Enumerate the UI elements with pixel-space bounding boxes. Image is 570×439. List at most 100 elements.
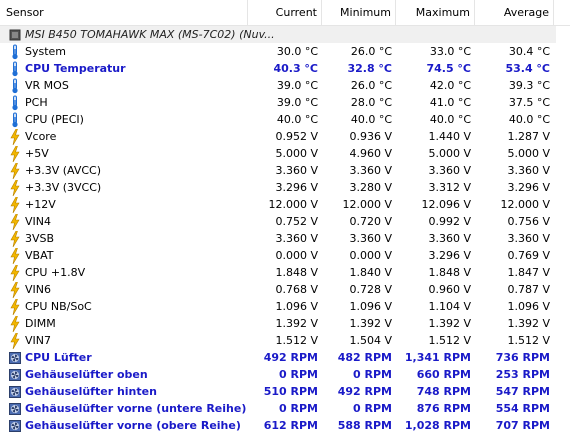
lightning-icon — [8, 264, 22, 281]
header-maximum[interactable]: Maximum — [396, 0, 475, 25]
thermometer-icon — [8, 95, 22, 111]
value-minimum: 1.096 V — [349, 300, 392, 313]
sensor-row[interactable]: Gehäuselüfter vorne (obere Reihe) 612 RPM… — [0, 417, 570, 434]
value-maximum: 41.0 °C — [429, 96, 471, 109]
sensor-row[interactable]: VR MOS 39.0 °C 26.0 °C 42.0 °C 39.3 °C — [0, 77, 570, 94]
value-maximum: 3.312 V — [428, 181, 471, 194]
sensor-row[interactable]: Gehäuselüfter oben 0 RPM 0 RPM 660 RPM 253 R… — [0, 366, 570, 383]
value-maximum: 40.0 °C — [429, 113, 471, 126]
group-row[interactable]: MSI B450 TOMAHAWK MAX (MS-7C02) (Nuv... — [0, 26, 570, 43]
value-current: 1.392 V — [275, 317, 318, 330]
value-maximum: 5.000 V — [428, 147, 471, 160]
sensor-row[interactable]: VIN7 1.512 V 1.504 V 1.512 V 1.512 V — [0, 332, 570, 349]
sensor-row[interactable]: Vcore 0.952 V 0.936 V 1.440 V 1.287 V — [0, 128, 570, 145]
value-current: 40.3 °C — [273, 62, 318, 75]
value-average: 3.296 V — [507, 181, 550, 194]
value-current: 0.752 V — [275, 215, 318, 228]
sensor-cell: VIN4 — [0, 213, 248, 230]
lightning-icon — [8, 298, 22, 315]
value-minimum: 482 RPM — [337, 351, 392, 364]
lightning-icon — [8, 145, 22, 162]
sensor-cell: PCH — [0, 95, 248, 111]
value-minimum: 26.0 °C — [350, 45, 392, 58]
sensor-name: +5V — [25, 147, 49, 160]
value-current: 0.952 V — [275, 130, 318, 143]
value-maximum: 1.392 V — [428, 317, 471, 330]
value-average: 3.360 V — [507, 232, 550, 245]
sensor-row[interactable]: Gehäuselüfter hinten 510 RPM 492 RPM 748 RP… — [0, 383, 570, 400]
sensor-name: System — [25, 45, 67, 58]
sensor-cell: CPU +1.8V — [0, 264, 248, 281]
group-label: MSI B450 TOMAHAWK MAX (MS-7C02) (Nuv... — [25, 28, 275, 41]
value-maximum: 748 RPM — [416, 385, 471, 398]
sensor-cell: CPU NB/SoC — [0, 298, 248, 315]
sensor-row[interactable]: +5V 5.000 V 4.960 V 5.000 V 5.000 V — [0, 145, 570, 162]
lightning-icon — [8, 179, 22, 196]
sensor-row[interactable]: +3.3V (3VCC) 3.296 V 3.280 V 3.312 V 3.296 V — [0, 179, 570, 196]
sensor-cell: CPU Lüfter — [0, 350, 248, 366]
value-maximum: 876 RPM — [416, 402, 471, 415]
value-minimum: 3.360 V — [349, 232, 392, 245]
value-current: 39.0 °C — [276, 96, 318, 109]
sensor-cell: VIN7 — [0, 332, 248, 349]
sensor-cell: +5V — [0, 145, 248, 162]
value-current: 0 RPM — [279, 402, 318, 415]
sensor-row[interactable]: CPU Lüfter 492 RPM 482 RPM 1,341 RPM 736 RPM — [0, 349, 570, 366]
sensor-row[interactable]: CPU +1.8V 1.848 V 1.840 V 1.848 V 1.847 V — [0, 264, 570, 281]
sensor-row[interactable]: CPU (PECI) 40.0 °C 40.0 °C 40.0 °C 40.0 °C — [0, 111, 570, 128]
sensor-row[interactable]: VIN6 0.768 V 0.728 V 0.960 V 0.787 V — [0, 281, 570, 298]
header-current[interactable]: Current — [248, 0, 322, 25]
sensor-row[interactable]: 3VSB 3.360 V 3.360 V 3.360 V 3.360 V — [0, 230, 570, 247]
sensor-row[interactable]: +12V 12.000 V 12.000 V 12.096 V 12.000 V — [0, 196, 570, 213]
lightning-icon — [8, 128, 22, 145]
value-average: 40.0 °C — [508, 113, 550, 126]
value-average: 30.4 °C — [508, 45, 550, 58]
thermometer-icon — [8, 61, 22, 77]
sensor-row[interactable]: CPU Temperatur 40.3 °C 32.8 °C 74.5 °C 53.4 … — [0, 60, 570, 77]
value-minimum: 1.840 V — [349, 266, 392, 279]
sensor-row[interactable]: VIN4 0.752 V 0.720 V 0.992 V 0.756 V — [0, 213, 570, 230]
sensor-name: VIN6 — [25, 283, 51, 296]
header-average[interactable]: Average — [475, 0, 554, 25]
sensor-cell: +3.3V (AVCC) — [0, 162, 248, 179]
header-minimum[interactable]: Minimum — [322, 0, 396, 25]
scrollbar[interactable] — [556, 26, 570, 439]
sensor-row[interactable]: +3.3V (AVCC) 3.360 V 3.360 V 3.360 V 3.360 V — [0, 162, 570, 179]
value-minimum: 3.360 V — [349, 164, 392, 177]
sensor-row[interactable]: VBAT 0.000 V 0.000 V 3.296 V 0.769 V — [0, 247, 570, 264]
sensor-row[interactable]: System 30.0 °C 26.0 °C 33.0 °C 30.4 °C — [0, 43, 570, 60]
value-current: 492 RPM — [263, 351, 318, 364]
sensor-row[interactable]: PCH 39.0 °C 28.0 °C 41.0 °C 37.5 °C — [0, 94, 570, 111]
value-average: 53.4 °C — [505, 62, 550, 75]
value-minimum: 1.504 V — [349, 334, 392, 347]
sensor-row[interactable]: DIMM 1.392 V 1.392 V 1.392 V 1.392 V — [0, 315, 570, 332]
value-average: 39.3 °C — [508, 79, 550, 92]
sensor-name: VIN7 — [25, 334, 51, 347]
sensor-cell: Gehäuselüfter vorne (untere Reihe) — [0, 401, 248, 417]
sensor-name: CPU NB/SoC — [25, 300, 92, 313]
sensor-name: +12V — [25, 198, 56, 211]
value-current: 0.768 V — [275, 283, 318, 296]
value-current: 3.360 V — [275, 164, 318, 177]
value-maximum: 1.848 V — [428, 266, 471, 279]
value-minimum: 0.936 V — [349, 130, 392, 143]
value-current: 3.360 V — [275, 232, 318, 245]
value-average: 5.000 V — [507, 147, 550, 160]
value-average: 736 RPM — [495, 351, 550, 364]
value-current: 12.000 V — [268, 198, 318, 211]
header-sensor[interactable]: Sensor — [0, 0, 248, 25]
sensor-row[interactable]: Gehäuselüfter vorne (untere Reihe) 0 RPM 0… — [0, 400, 570, 417]
fan-icon — [8, 418, 22, 434]
sensor-row[interactable]: CPU NB/SoC 1.096 V 1.096 V 1.104 V 1.096 V — [0, 298, 570, 315]
value-maximum: 12.096 V — [421, 198, 471, 211]
value-average: 3.360 V — [507, 164, 550, 177]
lightning-icon — [8, 281, 22, 298]
value-average: 1.512 V — [507, 334, 550, 347]
sensor-cell: Gehäuselüfter hinten — [0, 384, 248, 400]
fan-icon — [8, 350, 22, 366]
value-average: 253 RPM — [495, 368, 550, 381]
value-current: 1.848 V — [275, 266, 318, 279]
value-current: 0.000 V — [275, 249, 318, 262]
value-average: 1.096 V — [507, 300, 550, 313]
sensor-name: VIN4 — [25, 215, 51, 228]
